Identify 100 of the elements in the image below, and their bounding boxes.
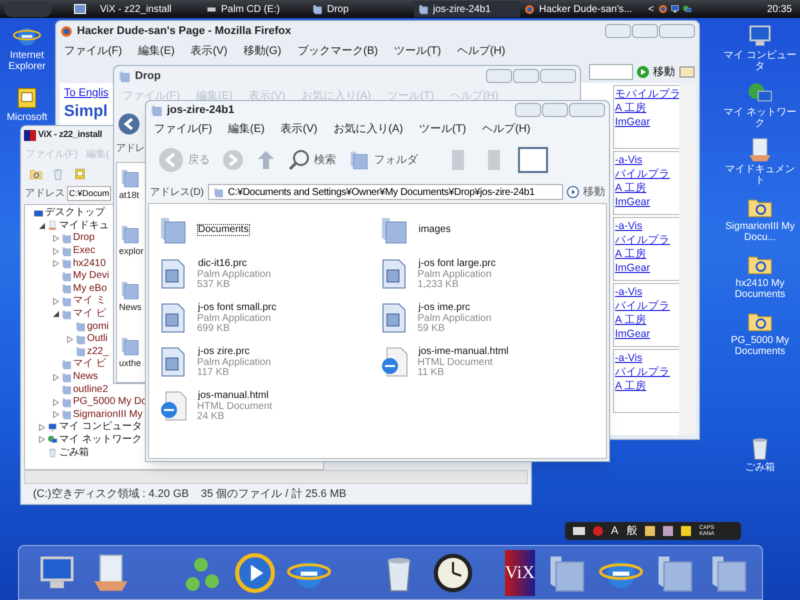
desktop-icon-label[interactable]: マイ コンピュータ	[721, 50, 799, 72]
collapsed-arrow-icon[interactable]	[53, 298, 59, 305]
maximize-button[interactable]	[542, 103, 568, 117]
menu-item[interactable]: ブックマーク(B)	[297, 42, 378, 60]
tree-item[interactable]: マイドキュ	[59, 220, 109, 232]
close-button[interactable]	[659, 24, 695, 38]
collapsed-arrow-icon[interactable]	[53, 248, 59, 255]
expanded-arrow-icon[interactable]	[39, 222, 45, 229]
page-link[interactable]: -a-Vis	[615, 286, 642, 298]
file-name[interactable]: j-os font small.prc	[197, 302, 278, 314]
tree-item[interactable]: デスクトップ	[45, 207, 105, 220]
tree-item[interactable]: ごみ箱	[59, 446, 89, 459]
collapsed-arrow-icon[interactable]	[53, 260, 59, 268]
page-link[interactable]: -a-Vis	[615, 352, 642, 364]
page-link[interactable]: A 工房	[615, 248, 646, 260]
views-icon[interactable]	[518, 147, 548, 173]
go-button[interactable]: 移動	[567, 184, 605, 200]
go-button[interactable]: 移動	[637, 64, 675, 80]
file-name[interactable]: uxthe	[119, 357, 142, 369]
file-name[interactable]: News	[119, 301, 142, 313]
page-link[interactable]: バイルプラ	[615, 366, 670, 378]
up-arrow-icon[interactable]	[256, 149, 276, 171]
tree-item[interactable]: News	[73, 371, 98, 384]
close-button[interactable]	[569, 103, 605, 117]
page-link[interactable]: A 工房	[615, 380, 646, 392]
file-name[interactable]: explor	[119, 245, 144, 257]
english-link[interactable]: To Englis	[64, 87, 109, 100]
page-link[interactable]: A 工房	[615, 102, 646, 114]
page-link[interactable]: バイルプラ	[615, 300, 670, 312]
taskbar-button[interactable]: ViX - z22_install	[96, 1, 202, 17]
conversion-mode[interactable]: 般	[626, 522, 638, 540]
menu-item[interactable]: ヘルプ(H)	[457, 42, 506, 60]
menu-item[interactable]: 編集(E)	[228, 120, 265, 138]
menu-item[interactable]: ファイル(F)	[64, 42, 122, 60]
search-button[interactable]: 検索	[288, 149, 336, 171]
file-name[interactable]: images	[418, 224, 452, 236]
taskbar-button[interactable]: Palm CD (E:)	[202, 1, 308, 17]
page-link[interactable]: バイルプラ	[615, 168, 670, 180]
taskbar-button[interactable]: jos-zire-24b1	[414, 1, 520, 17]
menu-item[interactable]: ヘルプ(H)	[482, 120, 530, 138]
file-name[interactable]: jos-ime-manual.html	[418, 346, 510, 358]
tree-item[interactable]: My Devi	[73, 270, 110, 282]
file-name[interactable]: jos-manual.html	[197, 390, 272, 402]
taskbar-button[interactable]: Hacker Dude-san's...	[520, 1, 640, 17]
maximize-button[interactable]	[632, 24, 658, 38]
minimize-button[interactable]	[515, 103, 541, 117]
page-link[interactable]: A 工房	[615, 314, 646, 326]
collapsed-arrow-icon[interactable]	[53, 411, 59, 418]
horizontal-scrollbar[interactable]	[24, 470, 528, 484]
help-icon[interactable]	[681, 526, 692, 536]
file-name[interactable]: at18t	[119, 189, 140, 201]
page-link[interactable]: -a-Vis	[615, 154, 642, 166]
desktop-icon-label[interactable]: マイドキュメント	[721, 164, 799, 186]
desktop-icon-label[interactable]: ごみ箱	[721, 462, 799, 473]
url-field[interactable]	[589, 64, 633, 80]
tree-item[interactable]: outline2	[73, 384, 108, 396]
tree-item[interactable]: SigmarionIII My	[73, 408, 142, 421]
ime-pad-icon[interactable]	[645, 526, 656, 536]
collapsed-arrow-icon[interactable]	[53, 374, 59, 381]
tray-expand-arrow[interactable]: <	[648, 2, 654, 16]
page-link[interactable]: -a-Vis	[615, 220, 642, 232]
minimize-button[interactable]	[605, 24, 631, 38]
page-link[interactable]: モバイルプラ	[615, 88, 681, 100]
address-field[interactable]: C:¥Documents and Settings¥Owner¥My Documents¥Drop¥jos-zire-24b1	[208, 184, 563, 200]
collapsed-arrow-icon[interactable]	[39, 424, 45, 431]
page-link[interactable]: バイルプラ	[615, 234, 670, 246]
menu-item[interactable]: 編集(E)	[138, 42, 175, 60]
tree-item[interactable]: Drop	[73, 232, 95, 244]
collapsed-arrow-icon[interactable]	[67, 336, 73, 343]
address-field[interactable]: C:¥Docum	[67, 186, 111, 200]
back-button-icon[interactable]	[118, 113, 140, 135]
tree-item[interactable]: マイ ビ	[73, 358, 106, 370]
desktop-icon-label[interactable]: マイ ネットワーク	[721, 107, 799, 129]
start-button[interactable]	[4, 1, 52, 17]
input-mode[interactable]: A	[611, 522, 618, 540]
minimize-button[interactable]	[486, 69, 512, 83]
page-link[interactable]: A 工房	[615, 182, 646, 194]
tree-item[interactable]: hx2410	[73, 258, 106, 270]
maximize-button[interactable]	[513, 69, 539, 83]
tree-item[interactable]: My eBo	[73, 282, 107, 295]
file-name[interactable]: Documents	[197, 224, 250, 236]
menu-item[interactable]: ツール(T)	[419, 120, 466, 138]
file-name[interactable]: j-os ime.prc	[418, 302, 492, 314]
tree-item[interactable]: z22_	[87, 346, 109, 358]
desktop-icon-label[interactable]: PG_5000 My Documents	[721, 335, 799, 357]
folders-button[interactable]: フォルダ	[348, 149, 418, 171]
menu-item[interactable]: ファイル(F)	[154, 120, 212, 138]
tree-item[interactable]: マイ ミ	[73, 295, 106, 308]
tree-item[interactable]: gomi	[87, 320, 109, 333]
page-link[interactable]: ImGear	[615, 196, 650, 208]
tree-item[interactable]: Outli	[87, 333, 108, 346]
tree-item[interactable]: Exec	[73, 245, 96, 258]
page-link[interactable]: ImGear	[615, 116, 650, 128]
close-button[interactable]	[540, 69, 576, 83]
toolbox-icon[interactable]	[663, 526, 674, 536]
collapsed-arrow-icon[interactable]	[53, 234, 59, 242]
desktop-icon-label[interactable]: SigmarionIII My Docu...	[721, 221, 799, 243]
menu-item[interactable]: ツール(T)	[394, 42, 441, 60]
menu-item[interactable]: 表示(V)	[190, 42, 228, 60]
file-name[interactable]: j-os zire.prc	[197, 346, 271, 358]
